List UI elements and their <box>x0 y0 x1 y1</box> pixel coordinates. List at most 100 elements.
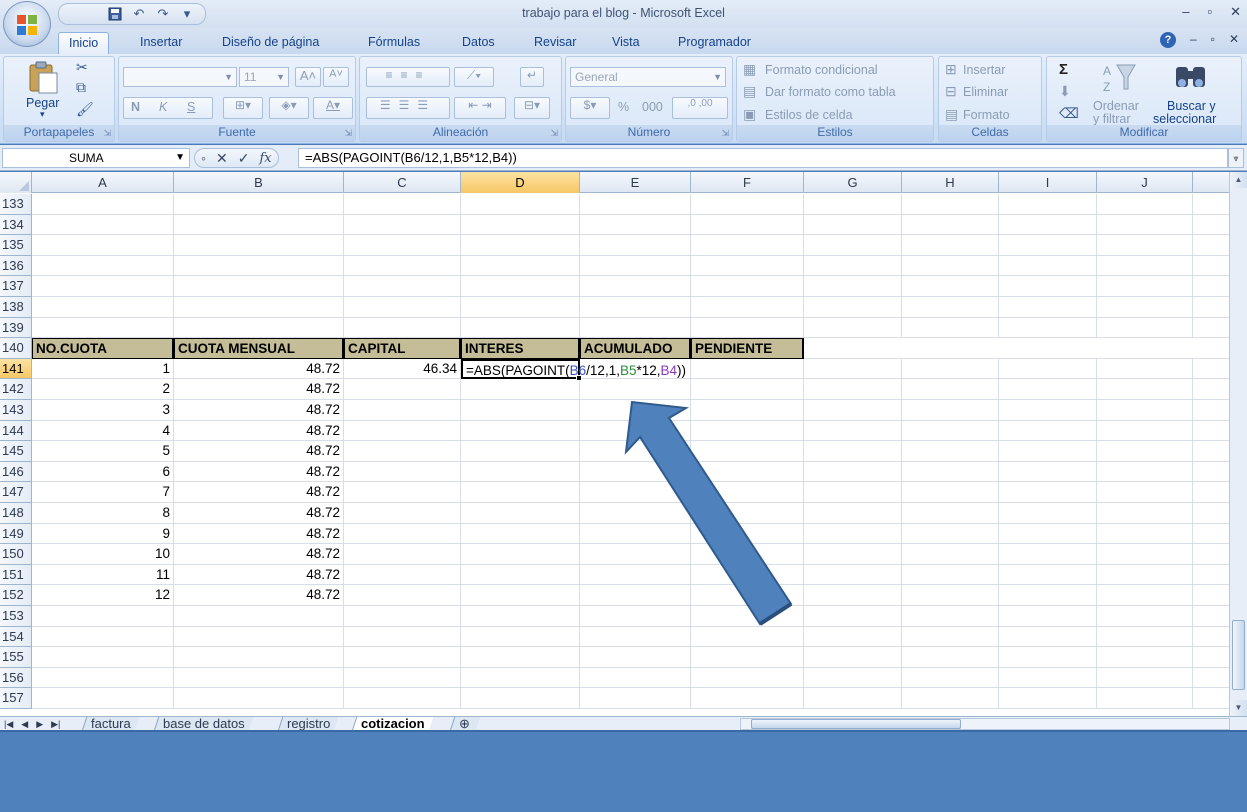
empty-cell[interactable] <box>804 606 902 627</box>
copy-icon[interactable]: ⧉ <box>76 79 86 96</box>
data-cell[interactable]: 46.34 <box>344 358 461 380</box>
empty-cell[interactable] <box>999 606 1097 627</box>
doc-restore-icon[interactable]: ▫ <box>1211 32 1215 48</box>
minimize-icon[interactable]: – <box>1182 4 1189 20</box>
data-cell[interactable]: 7 <box>32 482 174 503</box>
data-cell[interactable] <box>32 276 174 297</box>
empty-cell[interactable] <box>804 358 902 380</box>
empty-cell[interactable] <box>461 503 580 524</box>
empty-cell[interactable] <box>1097 400 1193 421</box>
data-cell[interactable] <box>344 255 461 277</box>
insert-sheet-icon[interactable]: ⊕ <box>449 717 481 730</box>
empty-cell[interactable] <box>804 585 902 606</box>
empty-cell[interactable] <box>461 461 580 483</box>
data-cell[interactable]: 48.72 <box>174 523 344 545</box>
empty-cell[interactable] <box>691 523 804 545</box>
dialog-launcher-icon[interactable]: ⇲ <box>550 128 558 139</box>
empty-cell[interactable] <box>1097 441 1193 462</box>
empty-cell[interactable] <box>691 276 804 297</box>
empty-cell[interactable] <box>804 420 902 442</box>
empty-cell[interactable] <box>902 317 999 339</box>
find-select-button-line1[interactable]: Buscar y <box>1167 99 1216 113</box>
empty-cell[interactable] <box>804 441 902 462</box>
header-cell[interactable]: INTERES <box>461 338 580 359</box>
empty-cell[interactable] <box>580 317 691 339</box>
empty-cell[interactable] <box>691 400 804 421</box>
empty-cell[interactable] <box>1097 420 1193 442</box>
empty-cell[interactable] <box>902 400 999 421</box>
office-button[interactable] <box>3 1 51 47</box>
empty-cell[interactable] <box>580 523 691 545</box>
data-cell[interactable] <box>344 461 461 483</box>
empty-cell[interactable] <box>691 194 804 215</box>
paste-dropdown-icon[interactable]: ▾ <box>40 109 45 120</box>
tab-revisar[interactable]: Revisar <box>524 32 586 54</box>
empty-cell[interactable] <box>999 626 1097 648</box>
empty-cell[interactable] <box>902 626 999 648</box>
row-header[interactable]: 153 <box>0 606 32 627</box>
data-cell[interactable]: 48.72 <box>174 482 344 503</box>
empty-cell[interactable] <box>1097 255 1193 277</box>
empty-cell[interactable] <box>999 688 1097 709</box>
data-cell[interactable] <box>32 194 174 215</box>
data-cell[interactable]: 4 <box>32 420 174 442</box>
data-cell[interactable] <box>174 235 344 256</box>
data-cell[interactable] <box>174 297 344 318</box>
empty-cell[interactable] <box>999 194 1097 215</box>
empty-cell[interactable] <box>902 358 999 380</box>
empty-cell[interactable] <box>1097 194 1193 215</box>
empty-cell[interactable] <box>902 503 999 524</box>
font-color-icon[interactable]: A▾ <box>313 97 353 119</box>
empty-cell[interactable] <box>691 503 804 524</box>
empty-cell[interactable] <box>580 503 691 524</box>
empty-cell[interactable] <box>691 626 804 648</box>
column-header-d[interactable]: D <box>461 172 580 193</box>
empty-cell[interactable] <box>461 255 580 277</box>
empty-cell[interactable] <box>461 214 580 236</box>
empty-cell[interactable] <box>580 235 691 256</box>
data-cell[interactable] <box>344 564 461 586</box>
empty-cell[interactable] <box>902 688 999 709</box>
row-header[interactable]: 134 <box>0 214 32 236</box>
empty-cell[interactable] <box>999 544 1097 565</box>
column-header-a[interactable]: A <box>32 172 174 193</box>
data-cell[interactable] <box>344 235 461 256</box>
empty-cell[interactable] <box>804 523 902 545</box>
data-cell[interactable]: 48.72 <box>174 564 344 586</box>
data-cell[interactable]: 1 <box>32 358 174 380</box>
horizontal-scroll-thumb[interactable] <box>751 719 961 729</box>
empty-cell[interactable] <box>691 379 804 400</box>
data-cell[interactable]: 48.72 <box>174 379 344 400</box>
empty-cell[interactable] <box>1097 214 1193 236</box>
data-cell[interactable] <box>344 544 461 565</box>
enter-icon[interactable]: ✓ <box>238 150 250 167</box>
empty-cell[interactable] <box>691 214 804 236</box>
scroll-down-icon[interactable]: ▼ <box>1230 700 1247 716</box>
empty-cell[interactable] <box>804 688 902 709</box>
empty-cell[interactable] <box>580 400 691 421</box>
shrink-font-icon[interactable]: A˅ <box>323 67 349 87</box>
empty-cell[interactable] <box>691 317 804 339</box>
empty-cell[interactable] <box>580 647 691 668</box>
data-cell[interactable] <box>174 276 344 297</box>
tab-insertar[interactable]: Insertar <box>130 32 192 54</box>
empty-cell[interactable] <box>1097 461 1193 483</box>
data-cell[interactable]: 11 <box>32 564 174 586</box>
empty-cell[interactable] <box>1097 317 1193 339</box>
tab-diseno-pagina[interactable]: Diseño de página <box>212 32 329 54</box>
data-cell[interactable] <box>32 235 174 256</box>
empty-cell[interactable] <box>1097 626 1193 648</box>
data-cell[interactable] <box>174 626 344 648</box>
empty-cell[interactable] <box>999 564 1097 586</box>
empty-cell[interactable] <box>691 358 804 380</box>
empty-cell[interactable] <box>804 482 902 503</box>
row-header[interactable]: 141 <box>0 358 32 380</box>
active-cell[interactable]: =ABS(PAGOINT(B6/12,1,B5*12,B4)) <box>461 358 686 382</box>
data-cell[interactable]: 5 <box>32 441 174 462</box>
row-header[interactable]: 150 <box>0 544 32 565</box>
number-format-combo[interactable]: General ▼ <box>570 67 726 87</box>
paste-button[interactable]: Pegar <box>26 96 59 110</box>
indent-icons[interactable]: ⇤ ⇥ <box>454 97 506 119</box>
empty-cell[interactable] <box>1097 482 1193 503</box>
empty-cell[interactable] <box>691 606 804 627</box>
